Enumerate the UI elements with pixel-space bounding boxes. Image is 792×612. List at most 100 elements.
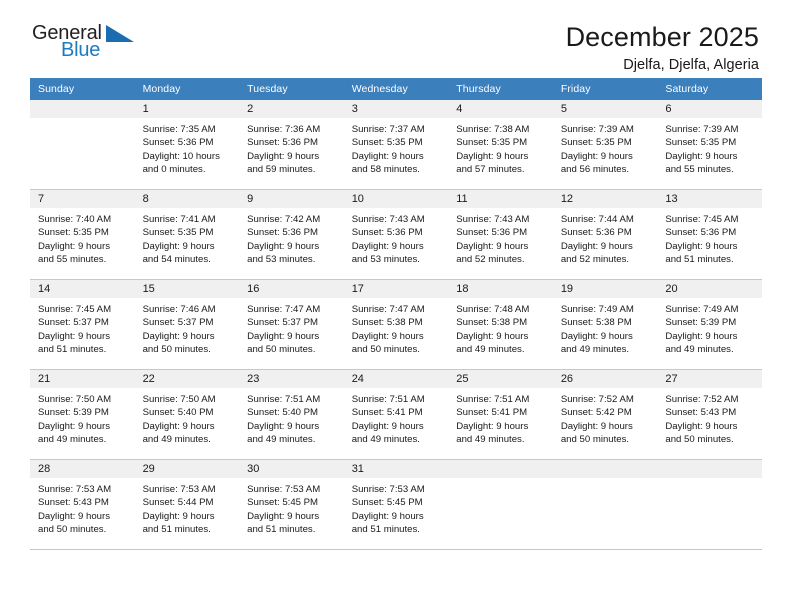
daylight-text-line1: Daylight: 9 hours <box>142 420 215 432</box>
day-details: Sunrise: 7:35 AM Sunset: 5:36 PM Dayligh… <box>135 118 240 177</box>
daylight-text-line2: and 50 minutes. <box>560 434 630 446</box>
day-cell[interactable]: 19 Sunrise: 7:49 AM Sunset: 5:38 PM Dayl… <box>552 279 658 370</box>
day-cell[interactable]: 7 Sunrise: 7:40 AM Sunset: 5:35 PM Dayli… <box>30 189 135 280</box>
page-header: General Blue December 2025 Djelfa, Djelf… <box>30 0 762 73</box>
weekday-header-tuesday: Tuesday <box>239 78 344 100</box>
day-number <box>448 460 553 478</box>
day-details: Sunrise: 7:47 AM Sunset: 5:37 PM Dayligh… <box>239 298 344 357</box>
day-cell[interactable]: 13 Sunrise: 7:45 AM Sunset: 5:36 PM Dayl… <box>657 189 762 280</box>
daylight-text-line1: Daylight: 9 hours <box>351 510 424 522</box>
sunrise-text: Sunrise: 7:42 AM <box>247 214 321 225</box>
day-cell[interactable]: 21 Sunrise: 7:50 AM Sunset: 5:39 PM Dayl… <box>30 369 135 460</box>
sunrise-text: Sunrise: 7:51 AM <box>456 394 530 405</box>
day-cell[interactable]: 22 Sunrise: 7:50 AM Sunset: 5:40 PM Dayl… <box>134 369 240 460</box>
day-cell[interactable]: 14 Sunrise: 7:45 AM Sunset: 5:37 PM Dayl… <box>30 279 135 370</box>
generalblue-logo[interactable]: General Blue <box>30 22 150 70</box>
daylight-text-line1: Daylight: 9 hours <box>247 420 320 432</box>
sunset-text: Sunset: 5:38 PM <box>456 317 528 329</box>
sunrise-text: Sunrise: 7:36 AM <box>247 124 321 135</box>
sunrise-text: Sunrise: 7:47 AM <box>247 304 321 315</box>
day-cell[interactable]: 20 Sunrise: 7:49 AM Sunset: 5:39 PM Dayl… <box>657 279 762 370</box>
daylight-text-line1: Daylight: 9 hours <box>351 420 424 432</box>
day-cell[interactable]: 26 Sunrise: 7:52 AM Sunset: 5:42 PM Dayl… <box>552 369 658 460</box>
sunrise-text: Sunrise: 7:45 AM <box>665 214 739 225</box>
day-details: Sunrise: 7:49 AM Sunset: 5:39 PM Dayligh… <box>657 298 762 357</box>
day-details: Sunrise: 7:42 AM Sunset: 5:36 PM Dayligh… <box>239 208 344 267</box>
day-details: Sunrise: 7:38 AM Sunset: 5:35 PM Dayligh… <box>448 118 553 177</box>
day-number: 7 <box>30 190 135 208</box>
day-details: Sunrise: 7:51 AM Sunset: 5:41 PM Dayligh… <box>344 388 449 447</box>
daylight-text-line1: Daylight: 9 hours <box>456 330 529 342</box>
day-cell[interactable]: 29 Sunrise: 7:53 AM Sunset: 5:44 PM Dayl… <box>134 459 240 550</box>
day-cell[interactable] <box>657 459 762 550</box>
daylight-text-line2: and 49 minutes. <box>142 434 211 446</box>
sunrise-text: Sunrise: 7:44 AM <box>560 214 634 225</box>
day-details: Sunrise: 7:52 AM Sunset: 5:43 PM Dayligh… <box>657 388 762 447</box>
weekday-header-wednesday: Wednesday <box>343 78 449 100</box>
day-cell[interactable]: 24 Sunrise: 7:51 AM Sunset: 5:41 PM Dayl… <box>343 369 449 460</box>
sunset-text: Sunset: 5:37 PM <box>142 317 214 329</box>
daylight-text-line1: Daylight: 9 hours <box>38 240 110 252</box>
day-cell[interactable]: 1 Sunrise: 7:35 AM Sunset: 5:36 PM Dayli… <box>134 100 240 190</box>
day-cell[interactable]: 25 Sunrise: 7:51 AM Sunset: 5:41 PM Dayl… <box>448 369 553 460</box>
daylight-text-line2: and 49 minutes. <box>247 434 316 446</box>
sunset-text: Sunset: 5:37 PM <box>38 317 109 329</box>
calendar-body: 1 Sunrise: 7:35 AM Sunset: 5:36 PM Dayli… <box>30 100 762 550</box>
day-cell[interactable] <box>448 459 553 550</box>
day-cell[interactable]: 3 Sunrise: 7:37 AM Sunset: 5:35 PM Dayli… <box>343 100 449 190</box>
day-cell[interactable] <box>30 100 135 190</box>
calendar-week-row: 28 Sunrise: 7:53 AM Sunset: 5:43 PM Dayl… <box>30 459 762 550</box>
daylight-text-line1: Daylight: 9 hours <box>247 240 320 252</box>
day-number: 16 <box>239 280 344 298</box>
day-cell[interactable]: 10 Sunrise: 7:43 AM Sunset: 5:36 PM Dayl… <box>343 189 449 280</box>
day-number: 15 <box>134 280 240 298</box>
day-cell[interactable]: 6 Sunrise: 7:39 AM Sunset: 5:35 PM Dayli… <box>657 100 762 190</box>
day-cell[interactable] <box>552 459 658 550</box>
sunrise-text: Sunrise: 7:52 AM <box>665 394 739 405</box>
day-cell[interactable]: 5 Sunrise: 7:39 AM Sunset: 5:35 PM Dayli… <box>552 100 658 190</box>
day-cell[interactable]: 16 Sunrise: 7:47 AM Sunset: 5:37 PM Dayl… <box>239 279 344 370</box>
sunset-text: Sunset: 5:44 PM <box>142 497 214 509</box>
day-cell[interactable]: 23 Sunrise: 7:51 AM Sunset: 5:40 PM Dayl… <box>239 369 344 460</box>
daylight-text-line1: Daylight: 9 hours <box>665 150 738 162</box>
daylight-text-line2: and 51 minutes. <box>247 524 316 536</box>
day-details: Sunrise: 7:39 AM Sunset: 5:35 PM Dayligh… <box>553 118 658 177</box>
sunset-text: Sunset: 5:35 PM <box>38 227 109 239</box>
day-cell[interactable]: 11 Sunrise: 7:43 AM Sunset: 5:36 PM Dayl… <box>448 189 553 280</box>
day-number: 21 <box>30 370 135 388</box>
daylight-text-line2: and 49 minutes. <box>560 344 630 356</box>
day-cell[interactable]: 30 Sunrise: 7:53 AM Sunset: 5:45 PM Dayl… <box>239 459 344 550</box>
day-details: Sunrise: 7:53 AM Sunset: 5:45 PM Dayligh… <box>344 478 449 537</box>
daylight-text-line2: and 50 minutes. <box>247 344 316 356</box>
daylight-text-line2: and 49 minutes. <box>456 344 525 356</box>
day-cell[interactable]: 27 Sunrise: 7:52 AM Sunset: 5:43 PM Dayl… <box>657 369 762 460</box>
day-details: Sunrise: 7:45 AM Sunset: 5:37 PM Dayligh… <box>30 298 135 357</box>
daylight-text-line2: and 51 minutes. <box>142 524 211 536</box>
day-number: 11 <box>448 190 553 208</box>
daylight-text-line1: Daylight: 9 hours <box>247 150 320 162</box>
daylight-text-line2: and 49 minutes. <box>38 434 107 446</box>
day-cell[interactable]: 4 Sunrise: 7:38 AM Sunset: 5:35 PM Dayli… <box>448 100 553 190</box>
day-cell[interactable]: 17 Sunrise: 7:47 AM Sunset: 5:38 PM Dayl… <box>343 279 449 370</box>
day-cell[interactable]: 31 Sunrise: 7:53 AM Sunset: 5:45 PM Dayl… <box>343 459 449 550</box>
day-number: 9 <box>239 190 344 208</box>
day-cell[interactable]: 12 Sunrise: 7:44 AM Sunset: 5:36 PM Dayl… <box>552 189 658 280</box>
day-cell[interactable]: 9 Sunrise: 7:42 AM Sunset: 5:36 PM Dayli… <box>239 189 344 280</box>
day-number: 28 <box>30 460 135 478</box>
day-cell[interactable]: 18 Sunrise: 7:48 AM Sunset: 5:38 PM Dayl… <box>448 279 553 370</box>
sunrise-text: Sunrise: 7:49 AM <box>560 304 634 315</box>
day-cell[interactable]: 28 Sunrise: 7:53 AM Sunset: 5:43 PM Dayl… <box>30 459 135 550</box>
sunrise-text: Sunrise: 7:51 AM <box>351 394 425 405</box>
day-number: 18 <box>448 280 553 298</box>
sunset-text: Sunset: 5:38 PM <box>351 317 423 329</box>
day-cell[interactable]: 15 Sunrise: 7:46 AM Sunset: 5:37 PM Dayl… <box>134 279 240 370</box>
daylight-text-line2: and 52 minutes. <box>560 254 630 266</box>
day-details: Sunrise: 7:39 AM Sunset: 5:35 PM Dayligh… <box>657 118 762 177</box>
day-number: 2 <box>239 100 344 118</box>
daylight-text-line1: Daylight: 9 hours <box>560 420 633 432</box>
day-cell[interactable]: 8 Sunrise: 7:41 AM Sunset: 5:35 PM Dayli… <box>134 189 240 280</box>
day-number: 13 <box>657 190 762 208</box>
day-cell[interactable]: 2 Sunrise: 7:36 AM Sunset: 5:36 PM Dayli… <box>239 100 344 190</box>
sunrise-text: Sunrise: 7:41 AM <box>142 214 216 225</box>
daylight-text-line2: and 56 minutes. <box>560 164 630 176</box>
